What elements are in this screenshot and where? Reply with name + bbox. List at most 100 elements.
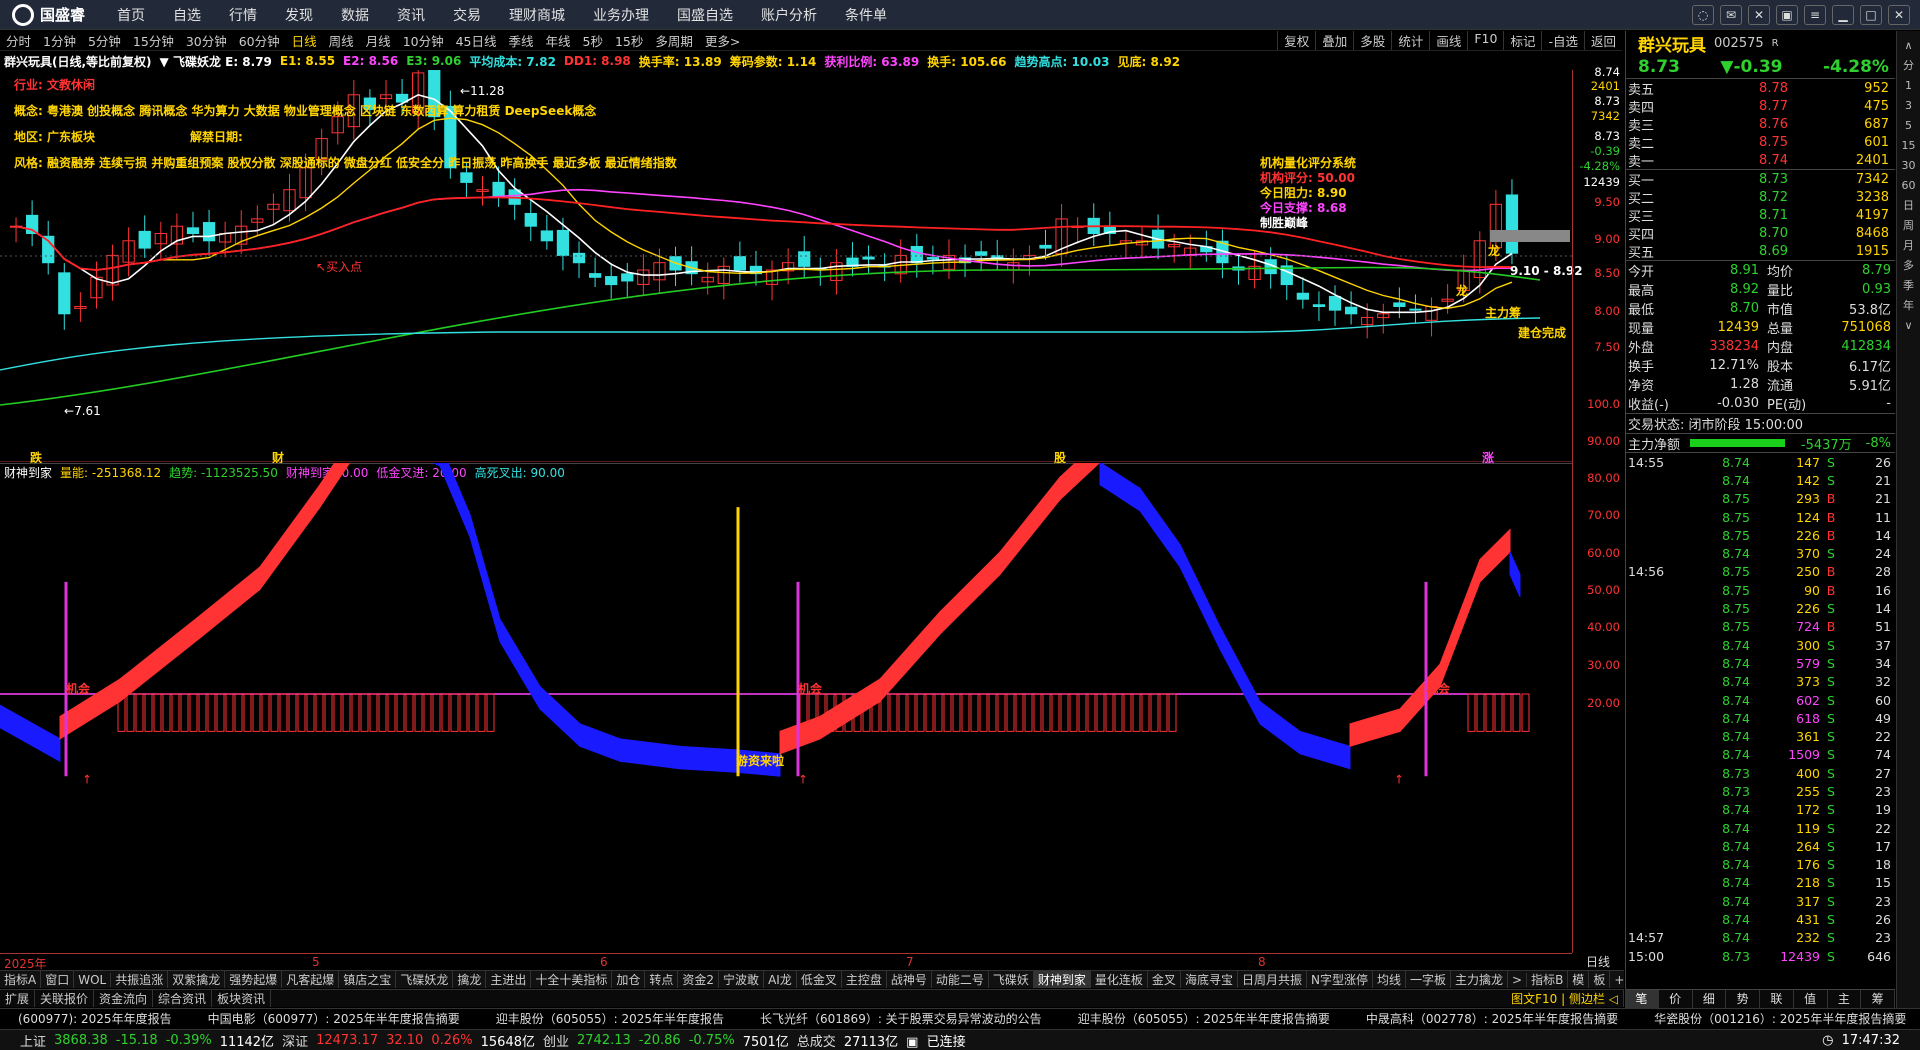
maximize-icon[interactable]: □ (1860, 4, 1882, 25)
news-item[interactable]: 迎丰股份（605055）: 2025年半年度报告 (478, 1010, 742, 1027)
period-tab[interactable]: 年线 (540, 31, 577, 50)
menu-item[interactable]: 账户分析 (747, 5, 831, 25)
period-tab[interactable]: 5秒 (577, 31, 609, 50)
chart-tool-button[interactable]: 画线 (1429, 31, 1467, 50)
cy-label[interactable]: 创业 (539, 1031, 573, 1050)
orderbook-row[interactable]: 卖二 8.75 601 (1626, 133, 1895, 152)
quote-tab[interactable]: 细 (1693, 990, 1727, 1008)
chart-tool-button[interactable]: 返回 (1583, 31, 1622, 50)
period-tab[interactable]: 5分钟 (82, 31, 127, 50)
orderbook-row[interactable]: 买三 8.71 4197 (1626, 206, 1895, 225)
indicator-tab[interactable]: 镇店之宝 (339, 971, 397, 988)
f10-toggle[interactable]: 图文F10 | 侧边栏 ◁ (1506, 990, 1624, 1007)
sidebar-button[interactable]: 日 (1903, 195, 1914, 215)
indicator-tab[interactable]: 日周月共振 (1238, 971, 1307, 988)
indicator-chart[interactable]: ↓↓↑↑↑ (0, 463, 1572, 953)
sidebar-button[interactable]: 1 (1905, 75, 1912, 95)
indicator-tab[interactable]: 凡客起爆 (282, 971, 340, 988)
indicator-tab[interactable]: 双紫擒龙 (168, 971, 226, 988)
orderbook-row[interactable]: 卖四 8.77 475 (1626, 97, 1895, 116)
menu-item[interactable]: 国盛自选 (663, 5, 747, 25)
indicator-tab[interactable]: 指标B (1527, 971, 1569, 988)
menu-item[interactable]: 发现 (271, 5, 327, 25)
orderbook-row[interactable]: 卖三 8.76 687 (1626, 115, 1895, 134)
indicator-tab[interactable]: 窗口 (41, 971, 75, 988)
indicator-tab[interactable]: 主力擒龙 (1451, 971, 1508, 988)
quote-tab[interactable]: 联 (1760, 990, 1794, 1008)
news-item[interactable]: 迎丰股份（605055）: 2025年半年度报告摘要 (1060, 1010, 1348, 1027)
indicator-tab[interactable]: 低金叉 (797, 971, 842, 988)
chart-tool-button[interactable]: 标记 (1503, 31, 1541, 50)
tools-icon[interactable]: ✕ (1748, 4, 1770, 25)
sidebar-button[interactable]: 多 (1903, 255, 1914, 275)
orderbook-row[interactable]: 买二 8.72 3238 (1626, 188, 1895, 207)
sidebar-button[interactable]: 年 (1903, 295, 1914, 315)
period-tab[interactable]: 60分钟 (233, 31, 286, 50)
indicator-tab[interactable]: 擒龙 (453, 971, 487, 988)
menu-item[interactable]: 理财商城 (495, 5, 579, 25)
orderbook-row[interactable]: 买四 8.70 8468 (1626, 224, 1895, 243)
menu-item[interactable]: 首页 (103, 5, 159, 25)
mail-icon[interactable]: ✉ (1720, 4, 1742, 25)
info-tab[interactable]: 扩展 (0, 990, 36, 1007)
app-logo[interactable]: 国盛睿 (0, 3, 103, 26)
indicator-tab[interactable]: 资金2 (678, 971, 720, 988)
indicator-tab[interactable]: 金叉 (1148, 971, 1181, 988)
chart-tool-button[interactable]: 叠加 (1315, 31, 1353, 50)
quote-tab[interactable]: 笔 (1625, 990, 1659, 1008)
indicator-tab[interactable]: 动能二号 (932, 971, 989, 988)
indicator-tab[interactable]: + (1610, 973, 1624, 987)
indicator-tab[interactable]: 飞碟妖龙 (396, 971, 454, 988)
indicator-tab[interactable]: AI龙 (764, 971, 797, 988)
menu-item[interactable]: 交易 (439, 5, 495, 25)
sidebar-button[interactable]: ∧ (1904, 35, 1912, 55)
sidebar-button[interactable]: 5 (1905, 115, 1912, 135)
indicator-tab[interactable]: 量化连板 (1091, 971, 1148, 988)
period-tab[interactable]: 分时 (0, 31, 37, 50)
period-tab[interactable]: 45日线 (450, 31, 503, 50)
indicator-tab[interactable]: 十全十美指标 (531, 971, 613, 988)
indicator-tab[interactable]: 宁波敢 (719, 971, 765, 988)
news-item[interactable]: (600977): 2025年年度报告 (0, 1010, 190, 1027)
menu-item[interactable]: 资讯 (383, 5, 439, 25)
orderbook-row[interactable]: 买五 8.69 1915 (1626, 242, 1895, 261)
period-tab[interactable]: 1分钟 (37, 31, 82, 50)
sidebar-button[interactable]: 60 (1902, 175, 1916, 195)
news-item[interactable]: 中晟高科（002778）: 2025年半年度报告摘要 (1348, 1010, 1636, 1027)
period-switch-button[interactable]: 日线 (1572, 953, 1624, 969)
close-icon[interactable]: ✕ (1888, 4, 1910, 25)
orderbook-row[interactable]: 卖五 8.78 952 (1626, 79, 1895, 98)
news-item[interactable]: 中国电影（600977）: 2025年半年度报告摘要 (190, 1010, 478, 1027)
indicator-tab[interactable]: 板 (1589, 971, 1611, 988)
indicator-tab[interactable]: N字型涨停 (1307, 971, 1373, 988)
period-tab[interactable]: 10分钟 (397, 31, 450, 50)
quote-tab[interactable]: 价 (1659, 990, 1693, 1008)
chart-tool-button[interactable]: F10 (1467, 31, 1503, 50)
indicator-tab[interactable]: 指标A (0, 971, 42, 988)
indicator-tab[interactable]: 战神号 (887, 971, 932, 988)
indicator-tab[interactable]: 均线 (1373, 971, 1406, 988)
tick-list[interactable]: 14:55 8.74 147 S 26 8.74 142 S 21 8.75 293 B 21 8.75 1… (1626, 453, 1895, 965)
info-tab[interactable]: 综合资讯 (153, 990, 213, 1007)
chart-tool-button[interactable]: 统计 (1391, 31, 1429, 50)
menu-item[interactable]: 业务办理 (579, 5, 663, 25)
message-icon[interactable]: ◌ (1692, 4, 1714, 25)
period-tab[interactable]: 日线 (286, 31, 323, 50)
info-tab[interactable]: 板块资讯 (212, 990, 272, 1007)
skin-icon[interactable]: ▣ (1776, 4, 1798, 25)
indicator-tab[interactable]: 强势起爆 (225, 971, 283, 988)
period-tab[interactable]: 15分钟 (127, 31, 180, 50)
sidebar-button[interactable]: ∨ (1904, 315, 1912, 335)
period-tab[interactable]: 季线 (503, 31, 540, 50)
indicator-tab[interactable]: 主进出 (486, 971, 532, 988)
period-tab[interactable]: 多周期 (649, 31, 699, 50)
indicator-tab[interactable]: > (1508, 972, 1528, 987)
quote-tab[interactable]: 主 (1828, 990, 1862, 1008)
indicator-tab[interactable]: 海底寻宝 (1181, 971, 1238, 988)
minimize-icon[interactable]: ▁ (1832, 4, 1854, 25)
news-item[interactable]: 长飞光纤（601869）: 关于股票交易异常波动的公告 (742, 1010, 1060, 1027)
sidebar-button[interactable]: 季 (1903, 275, 1914, 295)
orderbook-row[interactable]: 卖一 8.74 2401 (1626, 151, 1895, 170)
indicator-tab[interactable]: 加仓 (612, 971, 646, 988)
news-item[interactable]: 华瓷股份（001216）: 2025年半年度报告摘要 (1636, 1010, 1920, 1027)
